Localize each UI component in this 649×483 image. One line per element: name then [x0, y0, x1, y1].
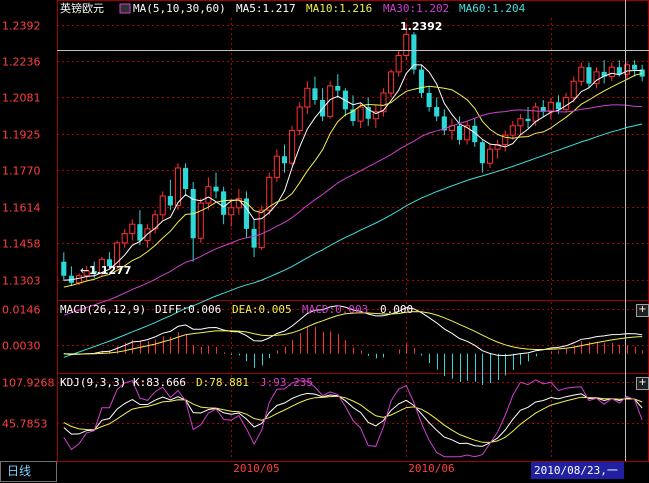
- kdj-d: D:78.881: [196, 376, 249, 389]
- price-tick-label: 1.1458: [2, 238, 41, 251]
- kdj-tick-label: 45.7853: [2, 418, 48, 431]
- main-grid: [57, 18, 649, 298]
- candle-body: [273, 155, 280, 178]
- candle-body: [547, 101, 554, 113]
- candle-body: [296, 106, 303, 131]
- symbol-name: 英镑欧元: [60, 1, 104, 15]
- candle-body: [570, 80, 577, 99]
- candle-body: [563, 97, 570, 110]
- macd-tick-label: 0.0146: [2, 304, 41, 317]
- date-readout: 2010/08/23,一: [531, 462, 624, 479]
- kdj-j: J:93.235: [260, 376, 313, 389]
- candle-body: [251, 228, 257, 248]
- candle-body: [174, 167, 182, 206]
- candle-body: [608, 66, 615, 78]
- price-tick-label: 1.2236: [2, 56, 41, 69]
- candle-body: [532, 106, 539, 122]
- candle-body: [509, 125, 516, 136]
- candle-body: [289, 129, 296, 164]
- macd-zero: 0.000: [380, 303, 413, 316]
- price-tick-label: 1.1925: [2, 129, 41, 142]
- kdj-header: KDJ(9,3,3) K:83.666 D:78.881 J:93.235: [60, 376, 313, 389]
- date-tick-label: 2010/05: [233, 462, 279, 475]
- candle-body: [517, 118, 524, 127]
- candle-body: [357, 106, 364, 122]
- candle-body: [411, 34, 417, 70]
- kdj-lines: [63, 379, 643, 458]
- kdj-axis: 107.9268 45.7853: [2, 377, 55, 431]
- ma-params: MA(5,10,30,60): [133, 2, 226, 15]
- candle-body: [167, 196, 173, 206]
- macd-params: MACD(26,12,9): [60, 303, 146, 316]
- candles: [61, 24, 645, 286]
- candle-body: [205, 186, 212, 204]
- macd-value: MACD:0.003: [302, 303, 368, 316]
- candle-body: [258, 209, 265, 249]
- candle-body: [578, 66, 585, 82]
- price-tick-label: 1.2081: [2, 92, 41, 105]
- candle-body: [197, 202, 204, 239]
- candle-body: [159, 195, 166, 216]
- candle-body: [586, 67, 592, 84]
- candle-body: [304, 87, 311, 108]
- candle-body: [121, 233, 128, 244]
- candle-body: [312, 88, 318, 101]
- candle-body: [632, 64, 638, 70]
- kdj-params: KDJ(9,3,3): [60, 376, 126, 389]
- kdj-tick-label: 107.9268: [2, 377, 55, 390]
- candle-body: [144, 228, 151, 242]
- candle-body: [555, 102, 562, 110]
- candle-body: [335, 85, 341, 91]
- candle-body: [137, 224, 143, 241]
- candle-body: [418, 69, 425, 93]
- date-tick-label: 2010/06: [408, 462, 454, 475]
- candle-body: [183, 167, 189, 190]
- high-annotation: 1.2392: [400, 20, 442, 33]
- macd-dea: DEA:0.005: [232, 303, 292, 316]
- macd-axis: 0.0146 0.0030: [2, 304, 41, 353]
- period-tab[interactable]: 日线: [0, 461, 57, 482]
- macd-header: MACD(26,12,9) DIFF:0.006 DEA:0.005 MACD:…: [60, 303, 413, 316]
- candle-body: [387, 71, 395, 94]
- candle-body: [426, 92, 432, 108]
- candle-body: [486, 148, 494, 164]
- ma10-value: MA10:1.216: [306, 2, 372, 15]
- candle-body: [616, 67, 622, 75]
- candle-body: [221, 191, 227, 215]
- low-arrow-icon: ←: [80, 264, 89, 277]
- candle-body: [228, 207, 235, 216]
- j-line: [63, 379, 643, 458]
- candle-body: [281, 156, 288, 164]
- candle-body: [456, 125, 463, 140]
- ma30-line: [63, 104, 643, 316]
- price-axis: 1.2392 1.2236 1.2081 1.1925 1.1770 1.1614 1.14…: [2, 20, 41, 288]
- kdj-expand-icon[interactable]: +: [636, 377, 649, 390]
- price-header: 英镑欧元 MA(5,10,30,60) MA5:1.217 MA10:1.216…: [58, 1, 538, 15]
- macd-diff: DIFF:0.006: [155, 303, 221, 316]
- macd-expand-icon[interactable]: +: [636, 304, 649, 317]
- candle-body: [395, 54, 402, 73]
- indicator-toggle-icon[interactable]: [119, 3, 131, 14]
- price-tick-label: 1.2392: [2, 20, 41, 33]
- ma5-value: MA5:1.217: [236, 2, 296, 15]
- candle-body: [129, 223, 136, 235]
- low-annotation: 1.1277: [89, 264, 131, 277]
- candle-body: [380, 92, 387, 113]
- candle-body: [525, 118, 531, 122]
- candle-body: [434, 107, 440, 117]
- candle-body: [403, 33, 410, 56]
- stock-chart[interactable]: 1.2392 1.2236 1.2081 1.1925 1.1770 1.1614 1.14…: [0, 0, 649, 483]
- price-tick-label: 1.1303: [2, 275, 41, 288]
- ma60-value: MA60:1.204: [459, 2, 526, 15]
- price-tick-label: 1.1770: [2, 165, 41, 178]
- candle-body: [61, 261, 67, 276]
- candle-body: [479, 142, 485, 164]
- ma30-value: MA30:1.202: [383, 2, 449, 15]
- kdj-k: K:83.666: [133, 376, 186, 389]
- macd-tick-label: 0.0030: [2, 340, 41, 353]
- candle-body: [213, 186, 219, 192]
- price-tick-label: 1.1614: [2, 202, 41, 215]
